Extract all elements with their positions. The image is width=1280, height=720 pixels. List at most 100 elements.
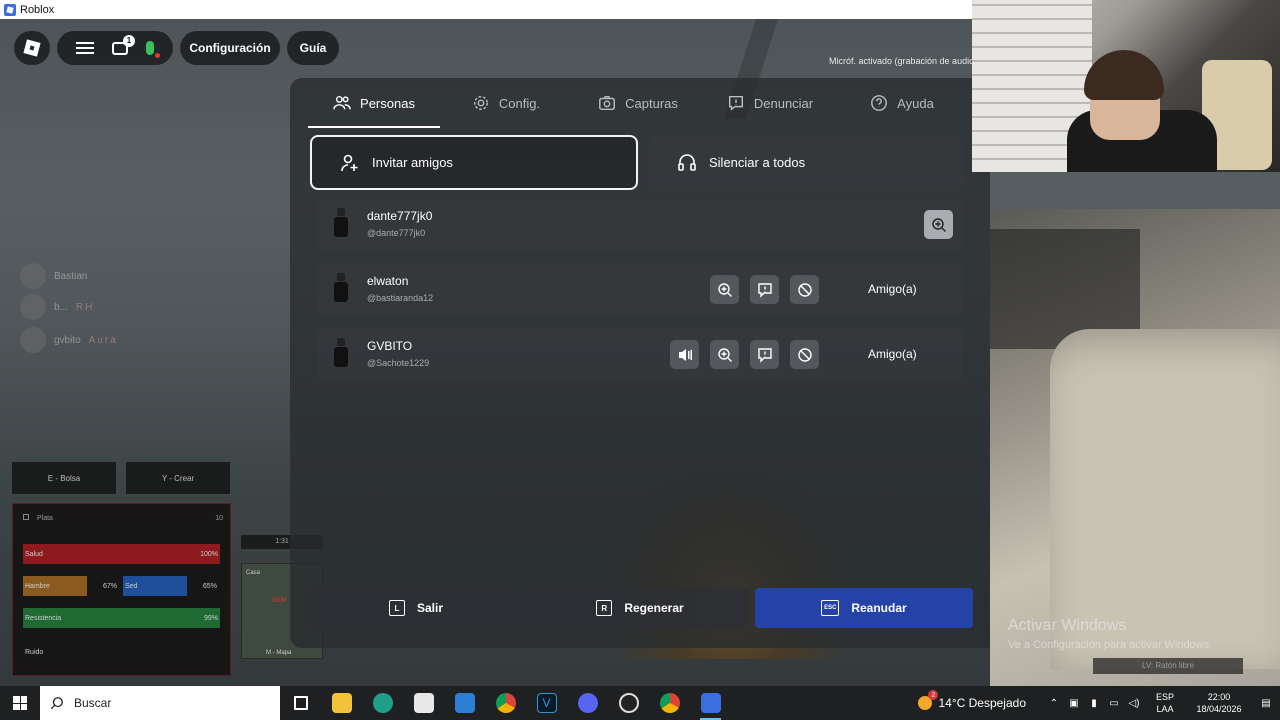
mute-all-button[interactable]: Silenciar a todos <box>649 136 963 188</box>
tab-people[interactable]: Personas <box>308 78 440 128</box>
mail-button[interactable] <box>444 686 485 720</box>
taskbar-search[interactable]: Buscar <box>40 686 280 720</box>
leave-button[interactable]: L Salir <box>307 588 525 628</box>
guide-button[interactable]: Guía <box>287 31 339 65</box>
health-bar: Salud 100% <box>23 544 220 564</box>
chrome-profile-button[interactable] <box>649 686 690 720</box>
block-button[interactable] <box>790 275 819 304</box>
escape-menu: Personas Config. Capturas Denunciar Ayud… <box>290 78 990 648</box>
block-button[interactable] <box>790 340 819 369</box>
menu-tabs: Personas Config. Capturas Denunciar Ayud… <box>308 78 968 128</box>
settings-button[interactable]: Configuración <box>180 31 280 65</box>
side-player-item: b... RH <box>20 294 94 320</box>
hunger-value: 67% <box>103 582 118 590</box>
voice-button[interactable] <box>670 340 699 369</box>
language-indicator[interactable]: ESP LAA <box>1150 691 1180 715</box>
noise-meter: Ruido <box>25 648 44 656</box>
tab-help[interactable]: Ayuda <box>836 78 968 128</box>
webcam-overlay <box>972 0 1280 172</box>
reset-button[interactable]: R Regenerar <box>531 588 749 628</box>
player-name: GVBITO <box>367 339 413 353</box>
craft-button[interactable]: Y - Crear <box>126 462 230 494</box>
chat-badge: 1 <box>123 34 135 47</box>
search-icon <box>50 697 63 710</box>
avatar <box>20 294 46 320</box>
obs-icon <box>618 693 639 713</box>
volume-icon[interactable]: ◁) <box>1124 686 1144 720</box>
microphone-icon[interactable] <box>146 41 160 58</box>
roblox-taskbar-button[interactable] <box>690 686 731 720</box>
tab-report[interactable]: Denunciar <box>704 78 836 128</box>
gear-icon <box>473 95 488 111</box>
player-row[interactable]: elwaton @bastiaranda12 Amigo(a) <box>317 263 963 315</box>
people-icon <box>333 95 351 110</box>
hunger-bar: Hambre <box>23 576 87 596</box>
invite-person-icon <box>341 154 358 171</box>
chrome-button[interactable] <box>485 686 526 720</box>
roblox-menu-button[interactable] <box>14 31 50 65</box>
player-handle: @bastiaranda12 <box>367 293 434 303</box>
mail-icon <box>454 693 475 713</box>
taskbar: Buscar V 2 14°C Despejado ⌃ ▣ ▮ ▭ ◁) ESP… <box>0 686 1280 720</box>
report-icon <box>757 282 772 298</box>
report-player-button[interactable] <box>750 340 779 369</box>
mouse-hint: LV: Ratón libre <box>1093 658 1243 674</box>
microphone-tray-icon[interactable]: ▮ <box>1084 686 1104 720</box>
side-player-item: gvbito Aura <box>20 327 118 353</box>
invite-friends-button[interactable]: Invitar amigos <box>310 135 638 190</box>
file-explorer-button[interactable] <box>321 686 362 720</box>
key-hint: L <box>388 600 405 616</box>
folder-icon <box>331 693 352 713</box>
roblox-icon <box>700 693 721 713</box>
store-button[interactable] <box>403 686 444 720</box>
chevron-up-icon[interactable]: ⌃ <box>1044 686 1064 720</box>
player-row[interactable]: dante777jk0 @dante777jk0 <box>317 198 963 250</box>
edge-button[interactable] <box>362 686 403 720</box>
inspect-button[interactable] <box>710 275 739 304</box>
roblox-logo-icon <box>4 3 16 16</box>
task-view-icon <box>293 696 308 710</box>
camera-icon <box>599 95 616 111</box>
task-view-button[interactable] <box>280 686 321 720</box>
tab-captures[interactable]: Capturas <box>572 78 704 128</box>
inspect-button[interactable] <box>710 340 739 369</box>
avatar <box>333 273 349 303</box>
weather-badge: 2 <box>928 690 939 700</box>
inspect-button[interactable] <box>924 210 953 239</box>
discord-button[interactable] <box>567 686 608 720</box>
stats-panel: Plata 10 Salud 100% Hambre 67% Sed 65% Re… <box>12 503 231 676</box>
stamina-bar: Resistencia 99% <box>23 608 220 628</box>
room-background <box>990 209 1280 686</box>
activate-windows-watermark: Activar Windows Ve a Configuración para … <box>1008 617 1213 651</box>
notifications-icon[interactable]: ▤ <box>1252 686 1280 720</box>
top-tools-group: 1 <box>57 31 173 65</box>
chrome-icon <box>659 693 680 713</box>
player-handle: @dante777jk0 <box>367 228 426 238</box>
chat-icon[interactable]: 1 <box>112 34 135 55</box>
mic-status-label: Micróf. activado (grabación de audio) <box>829 56 978 66</box>
window-title: Roblox <box>20 3 55 16</box>
network-icon[interactable]: ▭ <box>1104 686 1124 720</box>
weather-icon: 2 <box>918 690 939 710</box>
obs-button[interactable] <box>608 686 649 720</box>
hamburger-icon[interactable] <box>76 42 94 54</box>
player-row[interactable]: GVBITO @Sachote1229 Amigo(a) <box>317 328 963 380</box>
start-button[interactable] <box>0 686 40 720</box>
side-player-item: Bastian <box>20 263 87 289</box>
weather-widget[interactable]: 2 14°C Despejado <box>918 690 1026 710</box>
block-icon <box>797 347 812 362</box>
camera-tray-icon[interactable]: ▣ <box>1064 686 1084 720</box>
tab-settings[interactable]: Config. <box>440 78 572 128</box>
zoom-in-icon <box>717 282 732 297</box>
vegas-button[interactable]: V <box>526 686 567 720</box>
avatar <box>333 208 349 238</box>
discord-icon <box>577 693 598 713</box>
speaker-icon <box>678 348 692 361</box>
resume-button[interactable]: ESC Reanudar <box>755 588 973 628</box>
clock[interactable]: 22:00 18/04/2026 <box>1194 691 1244 715</box>
report-player-button[interactable] <box>750 275 779 304</box>
player-name: elwaton <box>367 274 409 288</box>
edge-icon <box>372 693 393 713</box>
bag-button[interactable]: E - Bolsa <box>12 462 116 494</box>
windows-logo-icon <box>13 696 27 710</box>
